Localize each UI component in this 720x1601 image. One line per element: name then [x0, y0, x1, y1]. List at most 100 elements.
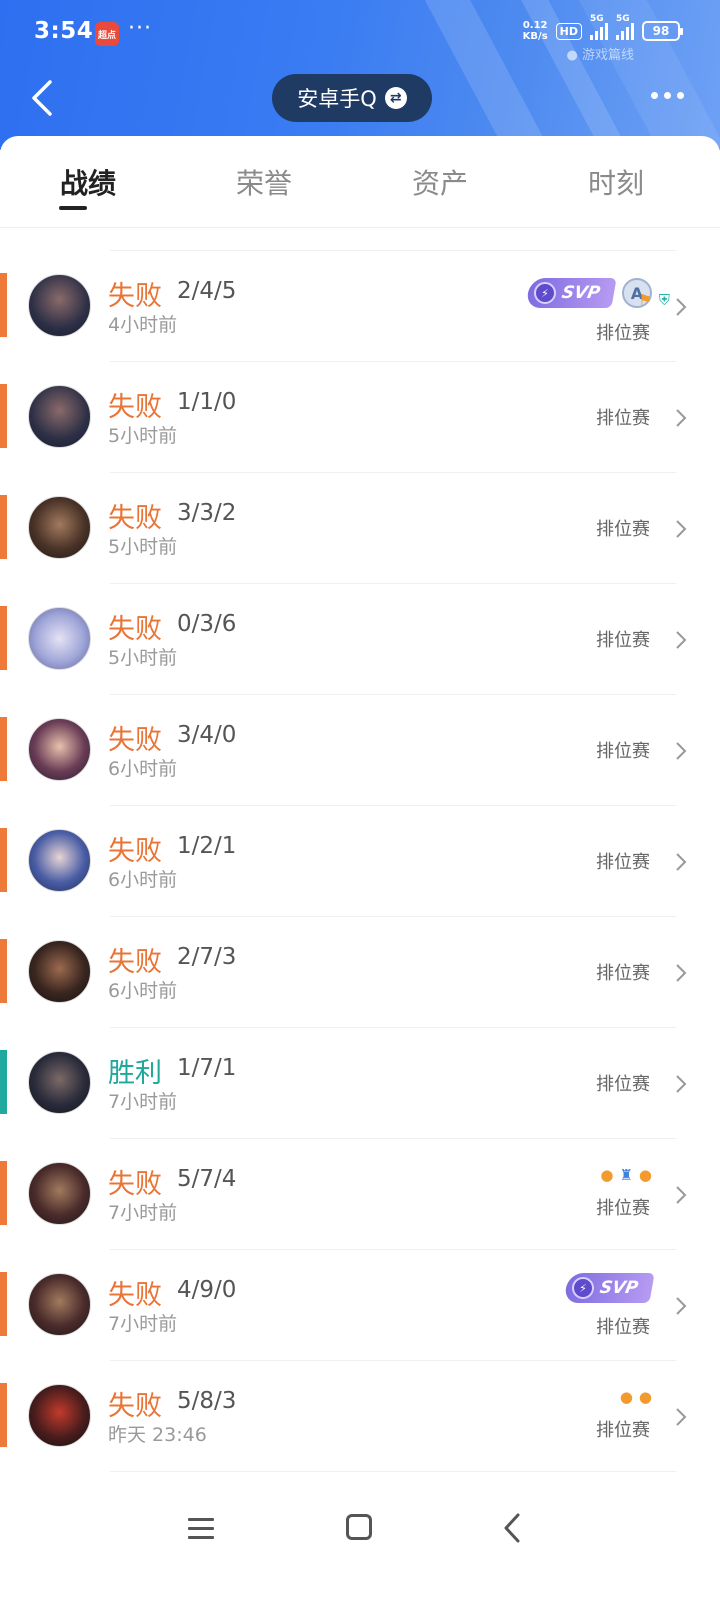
match-time: 6小时前	[108, 980, 178, 1002]
match-badges: ⚡ SVP A	[525, 278, 652, 308]
hero-avatar	[28, 1273, 91, 1336]
back-icon[interactable]	[26, 78, 66, 118]
match-row[interactable]: 失败 3/3/2 5小时前 排位赛	[0, 472, 720, 583]
match-mode: 排位赛	[596, 1420, 650, 1441]
match-kda: 1/7/1	[177, 1055, 237, 1081]
tab-honor[interactable]: 荣誉	[204, 162, 324, 202]
chevron-right-icon	[676, 631, 687, 649]
watermark: ● 游戏篇线	[566, 48, 634, 63]
match-kda: 4/9/0	[177, 1277, 237, 1303]
tab-bar: 战绩 荣誉 资产 时刻	[0, 136, 720, 228]
match-time: 4小时前	[108, 314, 178, 336]
match-row[interactable]: 失败 1/1/0 5小时前 排位赛	[0, 361, 720, 472]
match-mode: 排位赛	[596, 519, 650, 540]
match-kda: 3/3/2	[177, 500, 237, 526]
hero-avatar	[28, 718, 91, 781]
hero-avatar	[28, 829, 91, 892]
hero-avatar	[28, 1384, 91, 1447]
coins-up-icon: ●	[638, 1388, 652, 1406]
match-kda: 3/4/0	[177, 722, 237, 748]
match-result: 胜利	[108, 1058, 162, 1089]
chevron-right-icon	[676, 1408, 687, 1426]
match-row[interactable]: 失败 2/4/5 4小时前 ⚡ SVP A ⚑ ⛨ 排位赛	[0, 250, 720, 361]
hero-avatar	[28, 496, 91, 559]
hero-avatar	[28, 1051, 91, 1114]
tab-moments[interactable]: 时刻	[556, 162, 676, 202]
list-end	[0, 1471, 720, 1491]
result-indicator	[0, 273, 7, 337]
match-kda: 2/7/3	[177, 944, 237, 970]
match-time: 6小时前	[108, 869, 178, 891]
hero-avatar	[28, 940, 91, 1003]
chevron-right-icon	[676, 964, 687, 982]
network-speed: 0.12 KB/s	[522, 20, 548, 42]
result-indicator	[0, 606, 7, 670]
match-row[interactable]: 失败 5/7/4 7小时前 ● ♜ ● 排位赛	[0, 1138, 720, 1249]
active-tab-indicator	[59, 206, 87, 210]
tab-assets[interactable]: 资产	[380, 162, 500, 202]
more-notifications-icon: ···	[128, 16, 152, 41]
match-time: 5小时前	[108, 647, 178, 669]
match-kda: 2/4/5	[177, 278, 237, 304]
signal-icon: 5G	[590, 14, 608, 40]
match-result: 失败	[108, 725, 162, 756]
match-mode: 排位赛	[596, 852, 650, 873]
match-kda: 0/3/6	[177, 611, 237, 637]
match-badges: ⚡ SVP	[563, 1273, 655, 1303]
match-result: 失败	[108, 1169, 162, 1200]
notification-app-icon: 超点	[95, 22, 119, 46]
clock: 3:54	[34, 18, 94, 44]
match-row[interactable]: 胜利 1/7/1 7小时前 排位赛	[0, 1027, 720, 1138]
home-icon[interactable]	[346, 1514, 372, 1540]
account-switch-button[interactable]: 安卓手Q ⇄	[272, 74, 432, 122]
nav-back-icon[interactable]	[502, 1512, 522, 1544]
match-row[interactable]: 失败 3/4/0 6小时前 排位赛	[0, 694, 720, 805]
status-bar: 3:54 超点 ··· 0.12 KB/s HD 5G 5G 98 ● 游戏篇线	[0, 0, 720, 68]
match-time: 6小时前	[108, 758, 178, 780]
match-row[interactable]: 失败 5/8/3 昨天 23:46 ● ● 排位赛	[0, 1360, 720, 1471]
chevron-right-icon	[676, 1186, 687, 1204]
match-kda: 5/8/3	[177, 1388, 237, 1414]
hero-avatar	[28, 274, 91, 337]
hero-avatar	[28, 607, 91, 670]
match-mode: 排位赛	[596, 741, 650, 762]
match-row[interactable]: 失败 4/9/0 7小时前 ⚡ SVP 排位赛	[0, 1249, 720, 1360]
hero-avatar	[28, 385, 91, 448]
chevron-right-icon	[676, 742, 687, 760]
result-indicator	[0, 717, 7, 781]
result-indicator	[0, 384, 7, 448]
coins-icon: ●	[619, 1388, 633, 1406]
match-mode: 排位赛	[596, 1074, 650, 1095]
menu-icon[interactable]	[188, 1518, 214, 1545]
chevron-right-icon	[676, 1297, 687, 1315]
chevron-right-icon	[676, 409, 687, 427]
match-mode: 排位赛	[596, 630, 650, 651]
svp-badge: ⚡ SVP	[563, 1273, 655, 1303]
system-nav-bar	[0, 1490, 720, 1580]
signal-icon-2: 5G	[616, 14, 634, 40]
match-mode: 排位赛	[596, 963, 650, 984]
match-row[interactable]: 失败 1/2/1 6小时前 排位赛	[0, 805, 720, 916]
status-indicators: 0.12 KB/s HD 5G 5G 98	[522, 14, 683, 42]
match-time: 昨天 23:46	[108, 1424, 207, 1446]
tab-record[interactable]: 战绩	[28, 162, 148, 202]
battery-icon: 98	[642, 21, 683, 41]
chevron-right-icon	[676, 1075, 687, 1093]
match-badges: ● ♜ ●	[600, 1168, 652, 1183]
tower-icon: ♜	[619, 1166, 633, 1184]
match-mode: 排位赛	[596, 1198, 650, 1219]
result-indicator	[0, 495, 7, 559]
account-label: 安卓手Q	[297, 87, 377, 111]
more-options-icon[interactable]	[651, 92, 684, 99]
hero-avatar	[28, 1162, 91, 1225]
match-row[interactable]: 失败 2/7/3 6小时前 排位赛	[0, 916, 720, 1027]
match-time: 5小时前	[108, 536, 178, 558]
match-kda: 1/1/0	[177, 389, 237, 415]
result-indicator	[0, 1383, 7, 1447]
swap-icon: ⇄	[384, 87, 407, 109]
match-result: 失败	[108, 836, 162, 867]
match-row[interactable]: 失败 0/3/6 5小时前 排位赛	[0, 583, 720, 694]
match-result: 失败	[108, 503, 162, 534]
match-time: 7小时前	[108, 1091, 178, 1113]
result-indicator	[0, 1050, 7, 1114]
